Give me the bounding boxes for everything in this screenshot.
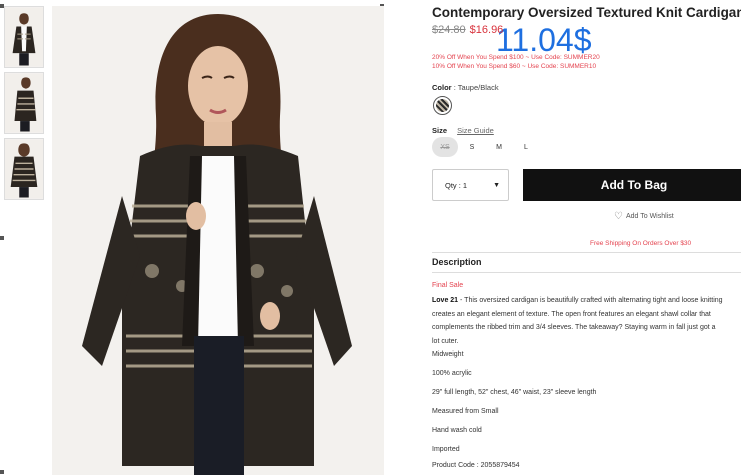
add-to-bag-button[interactable]: Add To Bag (523, 169, 741, 201)
color-row: Color : Taupe/Black (432, 83, 499, 92)
color-swatch[interactable] (433, 96, 452, 115)
spec-item: 100% acrylic (432, 370, 472, 377)
free-shipping-note: Free Shipping On Orders Over $30 (590, 240, 692, 247)
sale-price: $16.96 (469, 24, 504, 36)
color-label: Color (432, 83, 452, 92)
quantity-select[interactable]: Qty : 1 ▼ (432, 169, 509, 201)
description-line: complements the ribbed trim and 3/4 slee… (432, 324, 716, 331)
description-line: creates an elegant element of texture. T… (432, 310, 711, 318)
brand-name: Love 21 (432, 297, 459, 304)
spec-item: Measured from Small (432, 408, 499, 415)
color-value: : Taupe/Black (453, 83, 499, 92)
divider (432, 252, 741, 253)
promo-line: 20% Off When You Spend $100 ~ Use Code: … (432, 54, 600, 61)
chevron-down-icon: ▼ (493, 182, 500, 189)
spec-item: Hand wash cold (432, 427, 482, 434)
description-line: - This oversized cardigan is beautifully… (458, 297, 723, 304)
size-option-l[interactable]: L (513, 137, 539, 157)
product-code: Product Code : 2055879454 (432, 462, 520, 469)
thumbnail-back[interactable] (4, 138, 44, 200)
thumbnail-side[interactable] (4, 72, 44, 134)
resize-handle (0, 470, 4, 474)
product-title: Contemporary Oversized Textured Knit Car… (432, 5, 741, 20)
spec-item: Midweight (432, 351, 464, 358)
original-price: $24.80 (432, 24, 466, 36)
price-row: $24.80 $16.96 (432, 24, 503, 36)
thumbnail-strip (4, 6, 46, 204)
resize-handle (0, 236, 4, 240)
size-label: Size (432, 126, 448, 135)
size-guide-link[interactable]: Size Guide (457, 126, 494, 135)
divider (432, 272, 741, 273)
heart-icon: ♡ (614, 211, 623, 222)
spec-item: 29" full length, 52" chest, 46" waist, 2… (432, 389, 597, 396)
size-options: XS S M L (432, 137, 540, 157)
description-line: lot cuter. (432, 337, 459, 345)
wishlist-label: Add To Wishlist (625, 213, 674, 220)
quantity-value: Qty : 1 (445, 180, 468, 190)
description-heading: Description (432, 257, 482, 267)
thumbnail-front[interactable] (4, 6, 44, 68)
size-row: Size Size Guide (432, 126, 494, 135)
product-main-image[interactable] (52, 6, 384, 475)
spec-item: Imported (432, 446, 460, 453)
size-option-s[interactable]: S (459, 137, 485, 157)
promo-line: 10% Off When You Spend $60 ~ Use Code: S… (432, 63, 597, 70)
add-to-wishlist-link[interactable]: ♡ Add To Wishlist (614, 211, 674, 222)
size-option-xs[interactable]: XS (432, 137, 458, 157)
description-body: Love 21 - This oversized cardigan is bea… (432, 294, 741, 348)
final-sale-label: Final Sale (432, 282, 464, 289)
size-option-m[interactable]: M (486, 137, 512, 157)
